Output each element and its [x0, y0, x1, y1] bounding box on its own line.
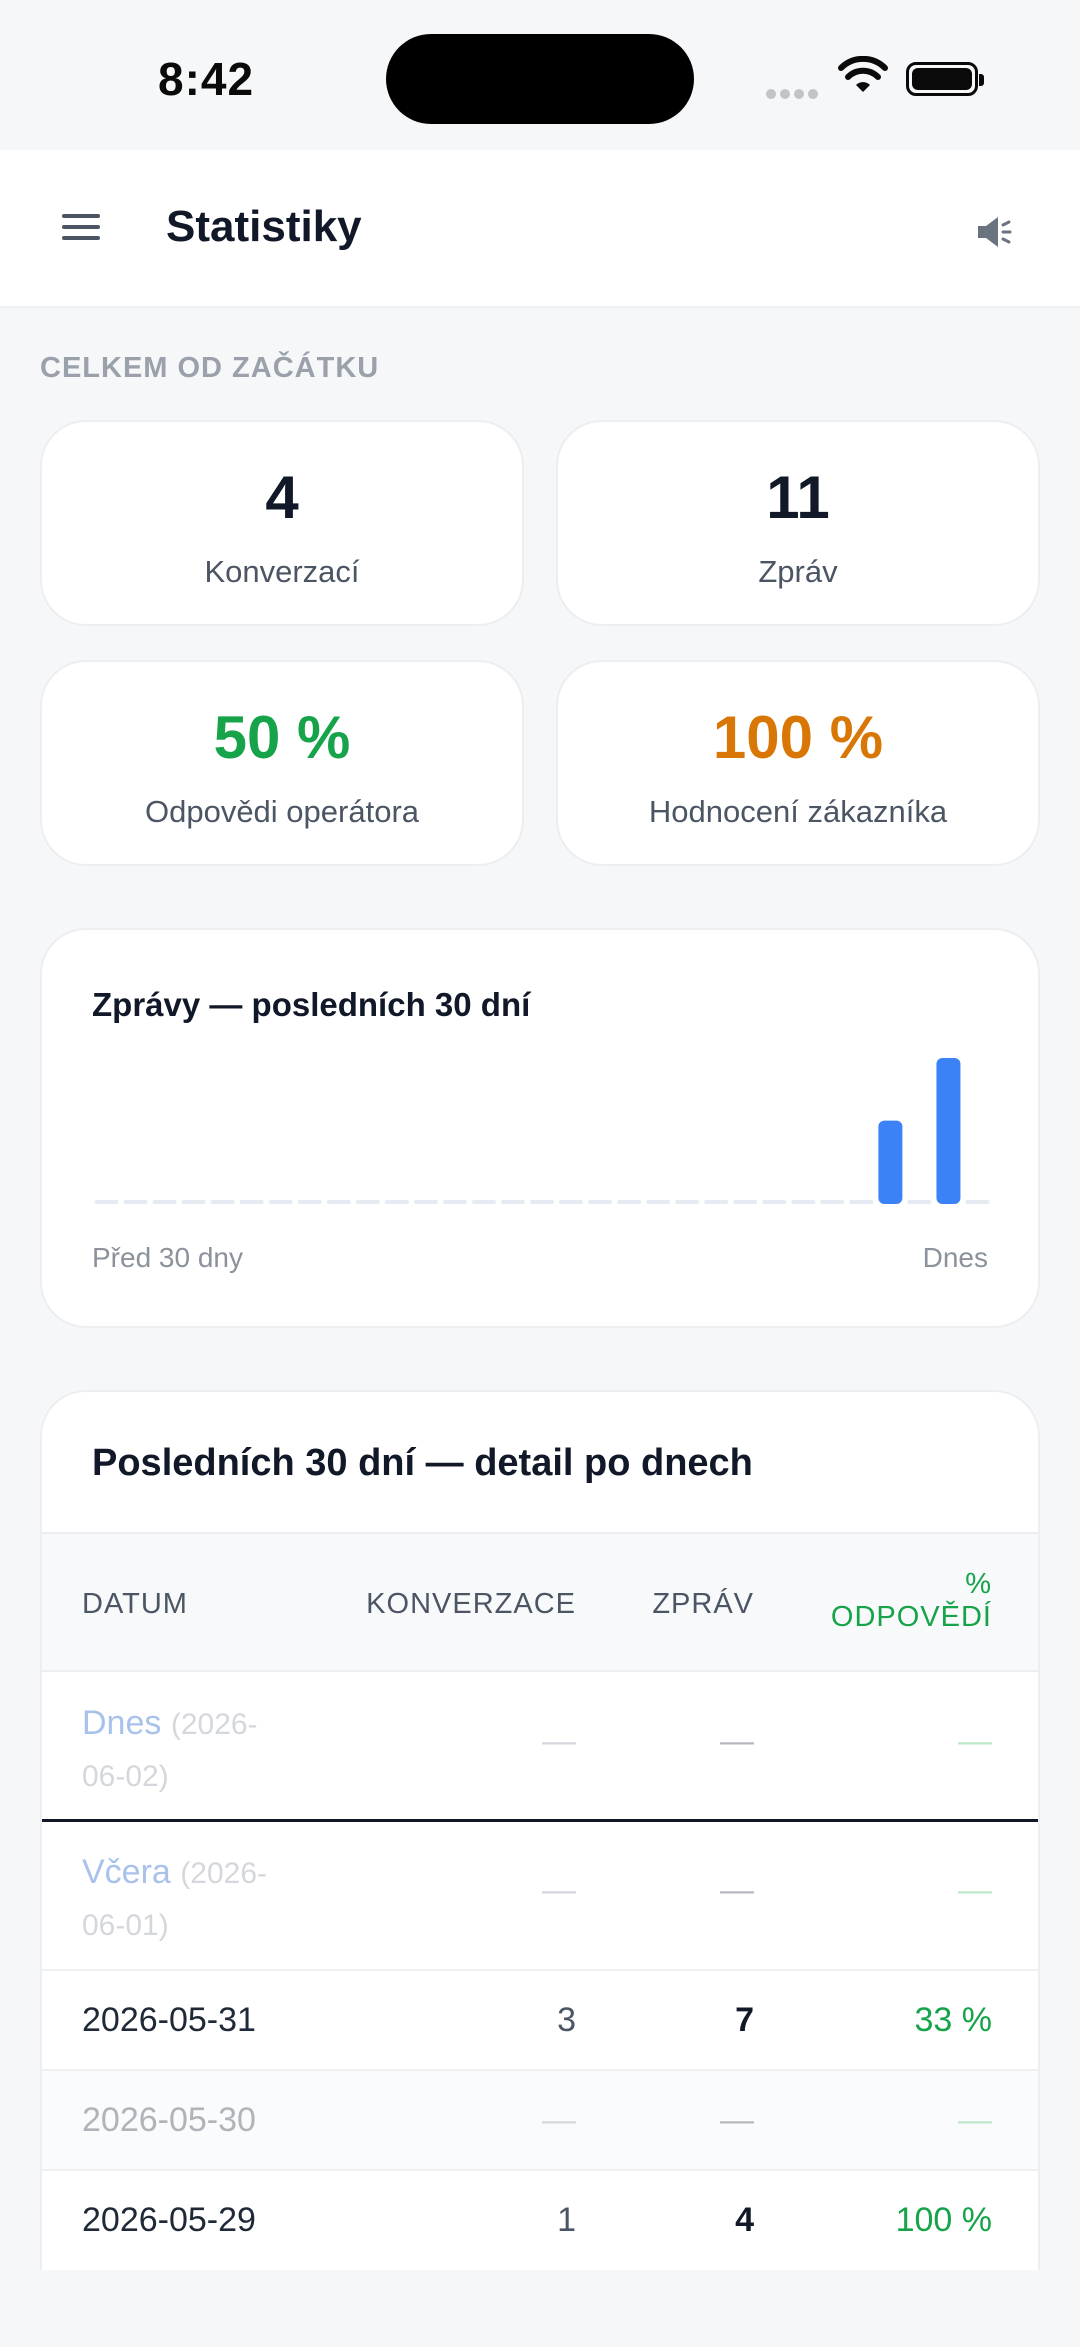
battery-icon	[906, 62, 984, 96]
chart-bar-empty	[791, 1200, 816, 1204]
chart-bar-empty	[617, 1200, 642, 1204]
table-row[interactable]: 2026-05-31 3 7 33 %	[42, 1971, 1038, 2071]
header-response-pct-line2: ODPOVĚDÍ	[830, 1601, 992, 1633]
row-response-pct: —	[958, 1722, 992, 1760]
row-messages: 4	[735, 2201, 754, 2239]
chart-bar-empty	[530, 1200, 554, 1204]
stat-card-messages: 11 Zpráv	[556, 420, 1040, 626]
stat-value: 100 %	[712, 704, 884, 771]
chart-bar-empty	[849, 1200, 874, 1204]
header-date: DATUM	[82, 1588, 188, 1620]
chart-bar-empty	[355, 1200, 380, 1204]
chart-bar-empty	[646, 1200, 671, 1204]
table-row[interactable]: Včera (2026- 06-01) — — —	[42, 1825, 1038, 1971]
stat-label: Odpovědi operátora	[144, 794, 420, 829]
row-date: 2026-05-30	[82, 2101, 256, 2139]
daily-detail-table: Posledních 30 dní — detail po dnech DATU…	[40, 1390, 1040, 2270]
header-conversations: KONVERZACE	[366, 1588, 576, 1620]
signal-icon	[766, 86, 822, 99]
chart-x-start-label: Před 30 dny	[92, 1242, 243, 1273]
chart-bar-empty	[210, 1200, 235, 1204]
stat-value: 4	[265, 464, 299, 531]
chart-bar-empty	[239, 1200, 264, 1204]
app-header: Statistiky	[0, 150, 1080, 308]
dynamic-island	[386, 34, 694, 124]
stat-value: 50 %	[213, 704, 351, 771]
chart-bar-empty	[94, 1200, 119, 1204]
row-messages: 7	[735, 2001, 754, 2039]
chart-bar	[936, 1058, 961, 1204]
chart-bar-empty	[675, 1200, 700, 1204]
chart-bar-empty	[413, 1200, 438, 1204]
messages-bar-chart	[94, 1058, 990, 1204]
chart-bar-empty	[123, 1200, 148, 1204]
chart-bar-empty	[442, 1200, 467, 1204]
row-response-pct: 100 %	[895, 2201, 992, 2239]
chart-bar-empty	[297, 1200, 322, 1204]
header-response-pct: % ODPOVĚDÍ	[831, 1568, 992, 1634]
chart-title: Zprávy — posledních 30 dní	[92, 986, 531, 1023]
row-date-part1: (2026-	[170, 1708, 258, 1741]
stat-label: Hodnocení zákazníka	[648, 794, 948, 829]
row-messages: —	[720, 1722, 754, 1760]
wifi-icon	[838, 56, 888, 92]
row-response-pct: —	[958, 2101, 992, 2139]
row-messages: —	[720, 2101, 754, 2139]
row-conversations: 1	[557, 2201, 576, 2239]
table-row[interactable]: Dnes (2026- 06-02) — — —	[42, 1674, 1038, 1822]
chart-bar-empty	[152, 1200, 177, 1204]
row-day-label: Dnes	[82, 1704, 162, 1742]
chart-x-end-label: Dnes	[922, 1242, 988, 1273]
row-date: 2026-05-29	[82, 2201, 256, 2239]
row-conversations: —	[542, 1871, 576, 1909]
header-response-pct-line1: %	[965, 1568, 992, 1600]
chart-bar-empty	[907, 1200, 932, 1204]
row-date: Včera (2026- 06-01)	[82, 1847, 267, 1951]
chart-bar-empty	[588, 1200, 613, 1204]
messages-chart-card: Zprávy — posledních 30 dní Před 30 dny D…	[40, 928, 1040, 1328]
row-conversations: 3	[557, 2001, 576, 2039]
stat-card-customer-rating: 100 % Hodnocení zákazníka	[556, 660, 1040, 866]
row-date-part1: (2026-	[180, 1857, 267, 1890]
table-header: DATUM KONVERZACE ZPRÁV % ODPOVĚDÍ	[42, 1532, 1038, 1672]
chart-bar-empty	[268, 1200, 293, 1204]
chart-bar-empty	[471, 1200, 496, 1204]
chart-bar-empty	[500, 1200, 525, 1204]
table-title: Posledních 30 dní — detail po dnech	[92, 1442, 753, 1484]
status-time: 8:42	[158, 53, 255, 105]
chart-bar-empty	[181, 1200, 206, 1204]
header-messages: ZPRÁV	[652, 1588, 754, 1620]
row-date: 2026-05-31	[82, 2001, 256, 2039]
stat-label: Konverzací	[204, 554, 360, 589]
chart-bar-empty	[384, 1200, 409, 1204]
chart-bar-empty	[762, 1200, 787, 1204]
status-bar: 8:42	[0, 0, 1080, 150]
speaker-icon[interactable]	[972, 210, 1016, 254]
stat-label: Zpráv	[758, 554, 838, 589]
chart-bar	[878, 1120, 903, 1204]
chart-bar-empty	[559, 1200, 584, 1204]
row-date-part2: 06-02)	[82, 1760, 169, 1793]
row-conversations: —	[542, 1722, 576, 1760]
table-row[interactable]: 2026-05-30 — — —	[42, 2071, 1038, 2171]
row-conversations: —	[542, 2101, 576, 2139]
hamburger-icon[interactable]	[56, 208, 108, 252]
chart-bar-empty	[820, 1200, 845, 1204]
stat-card-operator-responses: 50 % Odpovědi operátora	[40, 660, 524, 866]
row-response-pct: —	[958, 1871, 992, 1909]
table-row[interactable]: 2026-05-29 1 4 100 %	[42, 2171, 1038, 2270]
chart-bar-empty	[965, 1200, 990, 1204]
chart-bar-empty	[704, 1200, 729, 1204]
row-day-label: Včera	[82, 1853, 171, 1891]
stat-value: 11	[766, 464, 830, 531]
chart-bar-empty	[326, 1200, 351, 1204]
chart-bar-empty	[733, 1200, 758, 1204]
row-messages: —	[720, 1871, 754, 1909]
section-label: CELKEM OD ZAČÁTKU	[40, 352, 380, 384]
row-response-pct: 33 %	[914, 2001, 993, 2039]
row-date: Dnes (2026- 06-02)	[82, 1698, 258, 1802]
row-date-part2: 06-01)	[82, 1909, 169, 1942]
page-title: Statistiky	[166, 202, 362, 251]
stat-card-conversations: 4 Konverzací	[40, 420, 524, 626]
